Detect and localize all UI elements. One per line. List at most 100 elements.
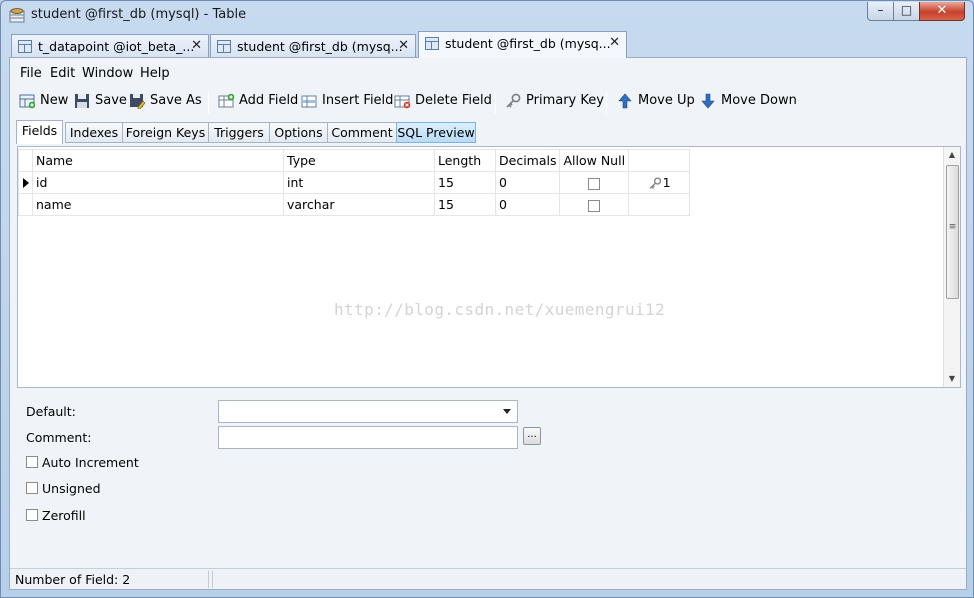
maximize-icon: □ [900, 3, 913, 17]
auto-increment-checkbox[interactable]: Auto Increment [26, 455, 139, 470]
cell-type[interactable]: int [283, 171, 435, 194]
current-row-arrow-icon [23, 178, 29, 188]
delete-field-button[interactable]: Delete Field [394, 93, 492, 113]
save-as-icon [130, 94, 146, 109]
tab-triggers[interactable]: Triggers [208, 122, 270, 143]
table-designer-panel: File Edit Window Help New Save Save As A… [9, 57, 967, 590]
floppy-disk-icon [75, 94, 89, 108]
zerofill-checkbox[interactable]: Zerofill [26, 508, 86, 523]
comment-input[interactable] [218, 426, 518, 449]
allow-null-checkbox[interactable] [588, 177, 601, 190]
close-tab-icon[interactable]: ✕ [191, 38, 202, 53]
menu-edit[interactable]: Edit [50, 66, 75, 81]
tab-indexes[interactable]: Indexes [65, 122, 123, 143]
cell-decimals[interactable]: 0 [494, 171, 561, 194]
allow-null-checkbox[interactable] [588, 199, 601, 212]
move-down-button[interactable]: Move Down [700, 93, 797, 113]
checkbox-box[interactable] [26, 482, 38, 494]
doc-tab-student-1[interactable]: student @first_db (mysq... ✕ [210, 34, 416, 57]
status-bar: Number of Field: 2 [10, 568, 966, 589]
document-tabs: t_datapoint @iot_beta_... ✕ student @fir… [9, 31, 967, 58]
cell-name[interactable]: id [32, 171, 284, 194]
checkbox-box[interactable] [26, 509, 38, 521]
delete-field-label: Delete Field [415, 93, 492, 108]
column-header-key [628, 149, 691, 172]
row-selector[interactable] [18, 193, 33, 216]
grid-header-row: Name Type Length Decimals Allow Null [18, 149, 691, 172]
column-header-length[interactable]: Length [434, 149, 496, 172]
fields-grid: Name Type Length Decimals Allow Null id … [17, 146, 961, 388]
primary-key-button[interactable]: Primary Key [505, 93, 604, 113]
tab-foreign-keys[interactable]: Foreign Keys [122, 122, 209, 143]
minimize-icon: – [877, 3, 884, 17]
doc-tab-t-datapoint[interactable]: t_datapoint @iot_beta_... ✕ [11, 34, 209, 57]
tab-options[interactable]: Options [269, 122, 328, 143]
cell-key: 1 [628, 171, 691, 194]
column-header-type[interactable]: Type [283, 149, 435, 172]
save-as-button[interactable]: Save As [129, 93, 202, 113]
default-select[interactable] [218, 400, 518, 423]
toolbar: New Save Save As Add Field Insert Field [10, 88, 966, 116]
cell-key [628, 193, 691, 216]
scroll-up-icon[interactable]: ▲ [944, 147, 960, 163]
add-field-icon [218, 93, 235, 108]
key-order: 1 [662, 175, 671, 190]
cell-name[interactable]: name [32, 193, 284, 216]
comment-ellipsis-button[interactable]: ... [523, 427, 541, 445]
cell-allow-null[interactable] [559, 171, 630, 194]
close-window-button[interactable]: ✕ [919, 2, 965, 21]
new-table-icon [19, 94, 36, 109]
tab-fields[interactable]: Fields [16, 120, 63, 144]
field-count-status: Number of Field: 2 [15, 572, 131, 587]
cell-decimals[interactable]: 0 [494, 193, 561, 216]
table-app-icon [9, 8, 25, 23]
tab-sql-preview[interactable]: SQL Preview [396, 122, 476, 143]
move-down-label: Move Down [721, 93, 797, 108]
close-tab-icon[interactable]: ✕ [609, 35, 620, 50]
insert-field-icon [301, 95, 317, 108]
cell-type[interactable]: varchar [283, 193, 435, 216]
key-icon [506, 93, 521, 108]
cell-length[interactable]: 15 [434, 193, 496, 216]
new-label: New [40, 93, 69, 108]
scroll-down-icon[interactable]: ▼ [944, 371, 960, 387]
title-bar: student @first_db (mysql) - Table – □ ✕ [1, 1, 973, 29]
add-field-button[interactable]: Add Field [218, 93, 298, 113]
toolbar-separator [495, 92, 496, 114]
save-label: Save [95, 93, 127, 108]
row-selector[interactable] [18, 171, 33, 194]
menu-help[interactable]: Help [140, 66, 170, 81]
scroll-thumb[interactable] [946, 165, 959, 299]
table-icon [18, 40, 32, 53]
save-as-label: Save As [150, 93, 202, 108]
menu-window[interactable]: Window [82, 66, 133, 81]
unsigned-checkbox[interactable]: Unsigned [26, 481, 101, 496]
insert-field-label: Insert Field [322, 93, 394, 108]
doc-tab-label: student @first_db (mysq... [445, 36, 611, 51]
save-button[interactable]: Save [74, 93, 127, 113]
column-header-name[interactable]: Name [32, 149, 284, 172]
new-button[interactable]: New [19, 93, 68, 113]
checkbox-box[interactable] [26, 456, 38, 468]
cell-allow-null[interactable] [559, 193, 630, 216]
arrow-down-icon [701, 93, 715, 109]
doc-tab-student-active[interactable]: student @first_db (mysq... ✕ [418, 31, 627, 58]
menu-file[interactable]: File [20, 66, 42, 81]
default-label: Default: [26, 404, 76, 419]
minimize-button[interactable]: – [867, 2, 894, 21]
field-properties: Default: Comment: ... Auto Increment Uns… [17, 392, 961, 566]
close-tab-icon[interactable]: ✕ [398, 38, 409, 53]
vertical-scrollbar[interactable]: ▲ ▼ [943, 147, 960, 387]
close-icon: ✕ [936, 3, 948, 18]
insert-field-button[interactable]: Insert Field [301, 93, 393, 113]
tab-comment[interactable]: Comment [327, 122, 397, 143]
table-row[interactable]: id int 15 0 1 [18, 171, 691, 194]
zerofill-label: Zerofill [42, 508, 86, 523]
column-header-allow-null[interactable]: Allow Null [559, 149, 630, 172]
column-header-decimals[interactable]: Decimals [494, 149, 561, 172]
table-row[interactable]: name varchar 15 0 [18, 193, 691, 216]
maximize-button[interactable]: □ [893, 2, 920, 21]
move-up-button[interactable]: Move Up [617, 93, 695, 113]
cell-length[interactable]: 15 [434, 171, 496, 194]
status-divider [208, 571, 209, 588]
